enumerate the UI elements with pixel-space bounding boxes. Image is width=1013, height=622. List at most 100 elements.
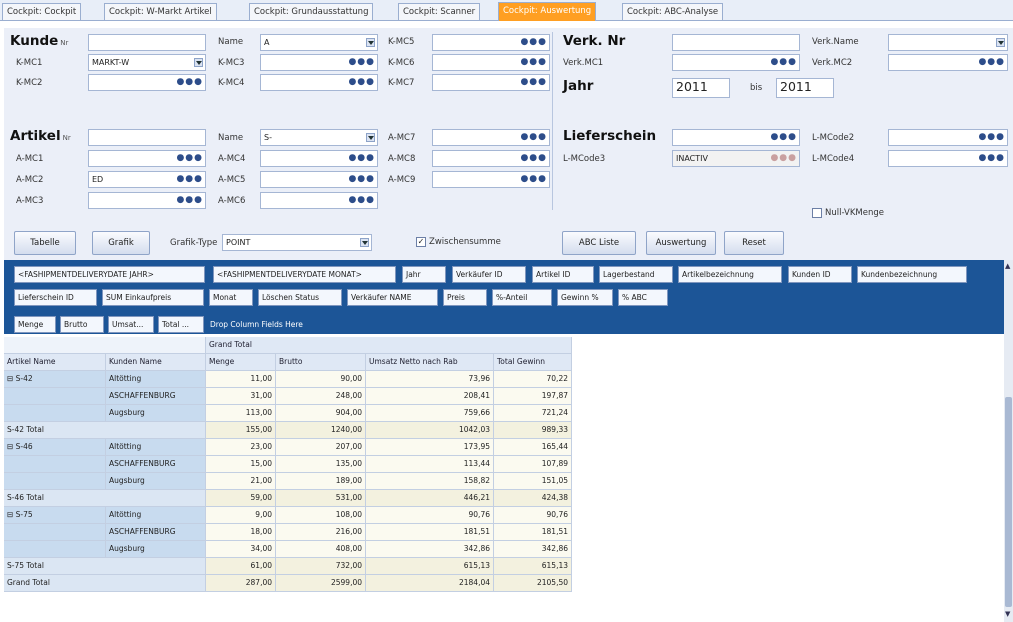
grafik-button[interactable]: Grafik xyxy=(92,231,150,255)
filter-field[interactable]: %-Anteil xyxy=(492,289,552,306)
filter-field[interactable]: Artikelbezeichnung xyxy=(678,266,782,283)
reset-button[interactable]: Reset xyxy=(724,231,784,255)
verk-name-select[interactable] xyxy=(888,34,1008,51)
data-field[interactable]: Umsat... xyxy=(108,316,154,333)
kmc6-input[interactable]: ●●● xyxy=(432,54,550,71)
ellipsis-icon[interactable]: ●●● xyxy=(176,78,203,87)
lmcode3-input[interactable]: INACTIV ●●● xyxy=(672,150,800,167)
lmcode2-input[interactable]: ●●● xyxy=(888,129,1008,146)
verk-nr-input[interactable] xyxy=(672,34,800,51)
filter-field[interactable]: Kunden ID xyxy=(788,266,852,283)
filter-field[interactable]: Verkäufer ID xyxy=(452,266,526,283)
kmc2-input[interactable]: ●●● xyxy=(88,74,206,91)
amc1-input[interactable]: ●●● xyxy=(88,150,206,167)
ellipsis-icon[interactable]: ●●● xyxy=(348,58,375,67)
ellipsis-icon[interactable]: ●●● xyxy=(770,133,797,142)
collapse-icon[interactable]: ⊟ xyxy=(7,510,16,519)
filter-field[interactable]: % ABC xyxy=(618,289,668,306)
lmcode4-input[interactable]: ●●● xyxy=(888,150,1008,167)
lieferschein-input[interactable]: ●●● xyxy=(672,129,800,146)
tabelle-button[interactable]: Tabelle xyxy=(14,231,76,255)
ellipsis-icon[interactable]: ●●● xyxy=(176,154,203,163)
tab-w-markt-artikel[interactable]: Cockpit: W-Markt Artikel xyxy=(104,3,217,20)
chevron-down-icon[interactable] xyxy=(366,133,375,142)
data-field[interactable]: Menge xyxy=(14,316,56,333)
ellipsis-icon[interactable]: ●●● xyxy=(348,78,375,87)
kmc7-input[interactable]: ●●● xyxy=(432,74,550,91)
chevron-down-icon[interactable] xyxy=(360,238,369,247)
filter-field[interactable]: <FASHIPMENTDELIVERYDATE JAHR> xyxy=(14,266,205,283)
filter-field[interactable]: Monat xyxy=(209,289,253,306)
filter-field[interactable]: Lieferschein ID xyxy=(14,289,97,306)
verk-mc1-input[interactable]: ●●● xyxy=(672,54,800,71)
amc2-input[interactable]: ED ●●● xyxy=(88,171,206,188)
tab-scanner[interactable]: Cockpit: Scanner xyxy=(398,3,481,20)
ellipsis-icon[interactable]: ●●● xyxy=(978,154,1005,163)
row-header-artikel[interactable]: Artikel Name xyxy=(4,354,106,371)
tab-abc-analyse[interactable]: Cockpit: ABC-Analyse xyxy=(622,3,724,20)
filter-field[interactable]: SUM Einkaufpreis xyxy=(102,289,204,306)
row-header-kunden[interactable]: Kunden Name xyxy=(106,354,206,371)
grafik-type-select[interactable]: POINT xyxy=(222,234,372,251)
verk-mc2-input[interactable]: ●●● xyxy=(888,54,1008,71)
filter-field[interactable]: Artikel ID xyxy=(532,266,594,283)
auswertung-button[interactable]: Auswertung xyxy=(646,231,716,255)
ellipsis-icon[interactable]: ●●● xyxy=(978,133,1005,142)
ellipsis-icon[interactable]: ●●● xyxy=(348,175,375,184)
jahr-from-input[interactable]: 2011 xyxy=(672,78,730,98)
scroll-up-icon[interactable]: ▲ xyxy=(1005,262,1010,270)
filter-field[interactable]: Kundenbezeichnung xyxy=(857,266,967,283)
ellipsis-icon[interactable]: ●●● xyxy=(520,58,547,67)
collapse-icon[interactable]: ⊟ xyxy=(7,374,16,383)
ellipsis-icon[interactable]: ●●● xyxy=(770,58,797,67)
amc3-input[interactable]: ●●● xyxy=(88,192,206,209)
amc9-input[interactable]: ●●● xyxy=(432,171,550,188)
chevron-down-icon[interactable] xyxy=(366,38,375,47)
drop-column-area[interactable]: Drop Column Fields Here xyxy=(210,320,303,329)
chevron-down-icon[interactable] xyxy=(194,58,203,67)
kunde-name-select[interactable]: A xyxy=(260,34,378,51)
kunde-nr-input[interactable] xyxy=(88,34,206,51)
tab-auswertung[interactable]: Cockpit: Auswertung xyxy=(498,2,597,21)
filter-field[interactable]: Lagerbestand xyxy=(599,266,673,283)
filter-field[interactable]: Gewinn % xyxy=(557,289,613,306)
filter-field[interactable]: <FASHIPMENTDELIVERYDATE MONAT> xyxy=(213,266,396,283)
kmc1-select[interactable]: MARKT-W xyxy=(88,54,206,71)
ellipsis-icon[interactable]: ●●● xyxy=(520,133,547,142)
ellipsis-icon[interactable]: ●●● xyxy=(348,154,375,163)
amc8-input[interactable]: ●●● xyxy=(432,150,550,167)
ellipsis-icon[interactable]: ●●● xyxy=(176,196,203,205)
kmc3-input[interactable]: ●●● xyxy=(260,54,378,71)
filter-field[interactable]: Verkäufer NAME xyxy=(347,289,438,306)
ellipsis-icon[interactable]: ●●● xyxy=(520,38,547,47)
amc7-input[interactable]: ●●● xyxy=(432,129,550,146)
data-field[interactable]: Brutto xyxy=(60,316,104,333)
scroll-down-icon[interactable]: ▼ xyxy=(1005,610,1010,618)
amc6-input[interactable]: ●●● xyxy=(260,192,378,209)
filter-field[interactable]: Löschen Status xyxy=(258,289,342,306)
filter-field[interactable]: Preis xyxy=(443,289,487,306)
zwischensumme-checkbox[interactable]: ✓ xyxy=(416,237,426,247)
filter-field[interactable]: Jahr xyxy=(402,266,446,283)
amc4-input[interactable]: ●●● xyxy=(260,150,378,167)
artikel-nr-input[interactable] xyxy=(88,129,206,146)
kmc4-input[interactable]: ●●● xyxy=(260,74,378,91)
chevron-down-icon[interactable] xyxy=(996,38,1005,47)
ellipsis-icon[interactable]: ●●● xyxy=(978,58,1005,67)
jahr-to-input[interactable]: 2011 xyxy=(776,78,834,98)
collapse-icon[interactable]: ⊟ xyxy=(7,442,16,451)
ellipsis-icon[interactable]: ●●● xyxy=(348,196,375,205)
tab-cockpit[interactable]: Cockpit: Cockpit xyxy=(2,3,82,20)
ellipsis-icon[interactable]: ●●● xyxy=(520,154,547,163)
kmc5-input[interactable]: ●●● xyxy=(432,34,550,51)
ellipsis-icon[interactable]: ●●● xyxy=(520,175,547,184)
data-field[interactable]: Total ... xyxy=(158,316,204,333)
artikel-name-select[interactable]: S- xyxy=(260,129,378,146)
tab-grundausstattung[interactable]: Cockpit: Grundausstattung xyxy=(249,3,374,20)
ellipsis-icon[interactable]: ●●● xyxy=(520,78,547,87)
ellipsis-icon[interactable]: ●●● xyxy=(176,175,203,184)
null-vk-checkbox[interactable] xyxy=(812,208,822,218)
amc5-input[interactable]: ●●● xyxy=(260,171,378,188)
abc-liste-button[interactable]: ABC Liste xyxy=(562,231,636,255)
scrollbar-thumb[interactable] xyxy=(1005,397,1012,607)
